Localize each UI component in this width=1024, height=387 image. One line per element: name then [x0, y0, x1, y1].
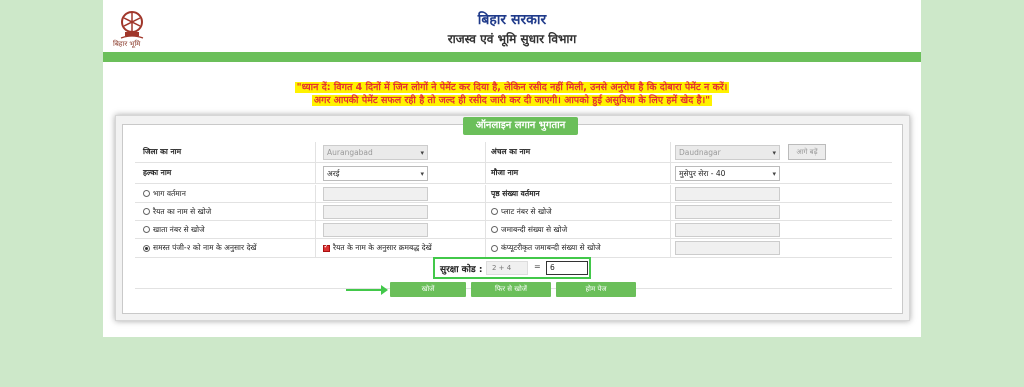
captcha-answer-input[interactable]: 6 — [546, 261, 588, 275]
arrow-right-icon — [346, 285, 388, 295]
search-button[interactable]: खोजें — [390, 282, 466, 297]
mauja-label: मौजा नाम — [491, 168, 519, 177]
circle-label: अंचल का नाम — [491, 147, 531, 156]
checkbox-raiyat-order[interactable]: रैयत के नाम के अनुसार क्रमबद्ध देखें — [323, 239, 432, 257]
halka-select[interactable]: अरई ▾ — [323, 166, 428, 181]
halka-label: हल्का नाम — [143, 168, 172, 177]
radio-samast[interactable]: समस्त पंजी-२ को नाम के अनुसार देखें — [143, 239, 257, 257]
radio-plot[interactable]: प्लाट नंबर से खोजे — [491, 203, 552, 220]
district-label: जिला का नाम — [143, 147, 182, 156]
radio-computer[interactable]: कंप्यूटरीकृत जमाबन्दी संख्या से खोजे — [491, 239, 601, 257]
computer-jamabandi-input[interactable] — [675, 241, 780, 255]
page-count-input[interactable] — [675, 187, 780, 201]
header-divider — [103, 52, 921, 62]
radio-icon — [491, 226, 498, 233]
radio-khata[interactable]: खाता नंबर से खोजे — [143, 221, 205, 238]
chevron-down-icon: ▾ — [420, 149, 424, 157]
radio-icon — [491, 208, 498, 215]
form-row-samast: समस्त पंजी-२ को नाम के अनुसार देखें रैयत… — [135, 239, 892, 258]
captcha-equals: = — [534, 262, 541, 271]
form-row-halka: हल्का नाम अरई ▾ मौजा नाम मुसेपुर सेरा - 4… — [135, 163, 892, 184]
jamabandi-input[interactable] — [675, 223, 780, 237]
radio-selected-icon — [143, 244, 150, 252]
radio-raiyat[interactable]: रैयत का नाम से खोजे — [143, 203, 211, 220]
panel-title: ऑनलाइन लगान भुगतान — [463, 117, 578, 135]
home-button[interactable]: होम पेज — [556, 282, 636, 297]
radio-icon — [143, 208, 150, 215]
mauja-select[interactable]: मुसेपुर सेरा - 40 ▾ — [675, 166, 780, 181]
captcha-box: सुरक्षा कोड : 2 + 4 = 6 — [433, 257, 591, 279]
form-row-raiyat: रैयत का नाम से खोजे प्लाट नंबर से खोजे — [135, 203, 892, 221]
chevron-down-icon: ▾ — [420, 170, 424, 178]
chevron-down-icon: ▾ — [772, 149, 776, 157]
next-button[interactable]: आगे बढ़ें — [788, 144, 826, 160]
page-subtitle: राजस्व एवं भूमि सुधार विभाग — [447, 32, 577, 46]
form-row-khata: खाता नंबर से खोजे जमाबन्दी संख्या से खोज… — [135, 221, 892, 239]
checkbox-checked-icon — [323, 242, 330, 252]
circle-select[interactable]: Daudnagar ▾ — [675, 145, 780, 160]
notice-line-1: "ध्यान दें: विगत 4 दिनों में जिन लोगों न… — [294, 82, 730, 93]
captcha-label: सुरक्षा कोड : — [440, 265, 483, 275]
page: बिहार भूमि बिहार सरकार राजस्व एवं भूमि स… — [103, 0, 921, 337]
radio-bhag[interactable]: भाग वर्तमान — [143, 185, 186, 202]
search-again-button[interactable]: फिर से खोजें — [471, 282, 551, 297]
radio-jamabandi[interactable]: जमाबन्दी संख्या से खोजे — [491, 221, 567, 238]
radio-icon — [143, 190, 150, 197]
radio-icon — [491, 244, 498, 252]
page-title: बिहार सरकार — [477, 12, 547, 28]
raiyat-input[interactable] — [323, 205, 428, 219]
plot-input[interactable] — [675, 205, 780, 219]
chevron-down-icon: ▾ — [772, 170, 776, 178]
page-count-label: पृष्ठ संख्या वर्तमान — [491, 188, 540, 198]
notice-line-2: अगर आपकी पेमेंट सफल रही है तो जल्द ही रस… — [311, 95, 713, 106]
form-row-bhag: भाग वर्तमान पृष्ठ संख्या वर्तमान — [135, 185, 892, 203]
khata-input[interactable] — [323, 223, 428, 237]
notice-banner: "ध्यान दें: विगत 4 दिनों में जिन लोगों न… — [103, 81, 921, 107]
district-select[interactable]: Aurangabad ▾ — [323, 145, 428, 160]
captcha-question: 2 + 4 — [486, 261, 528, 275]
radio-icon — [143, 226, 150, 233]
form-row-district: जिला का नाम Aurangabad ▾ अंचल का नाम Daud… — [135, 142, 892, 163]
bhag-input[interactable] — [323, 187, 428, 201]
